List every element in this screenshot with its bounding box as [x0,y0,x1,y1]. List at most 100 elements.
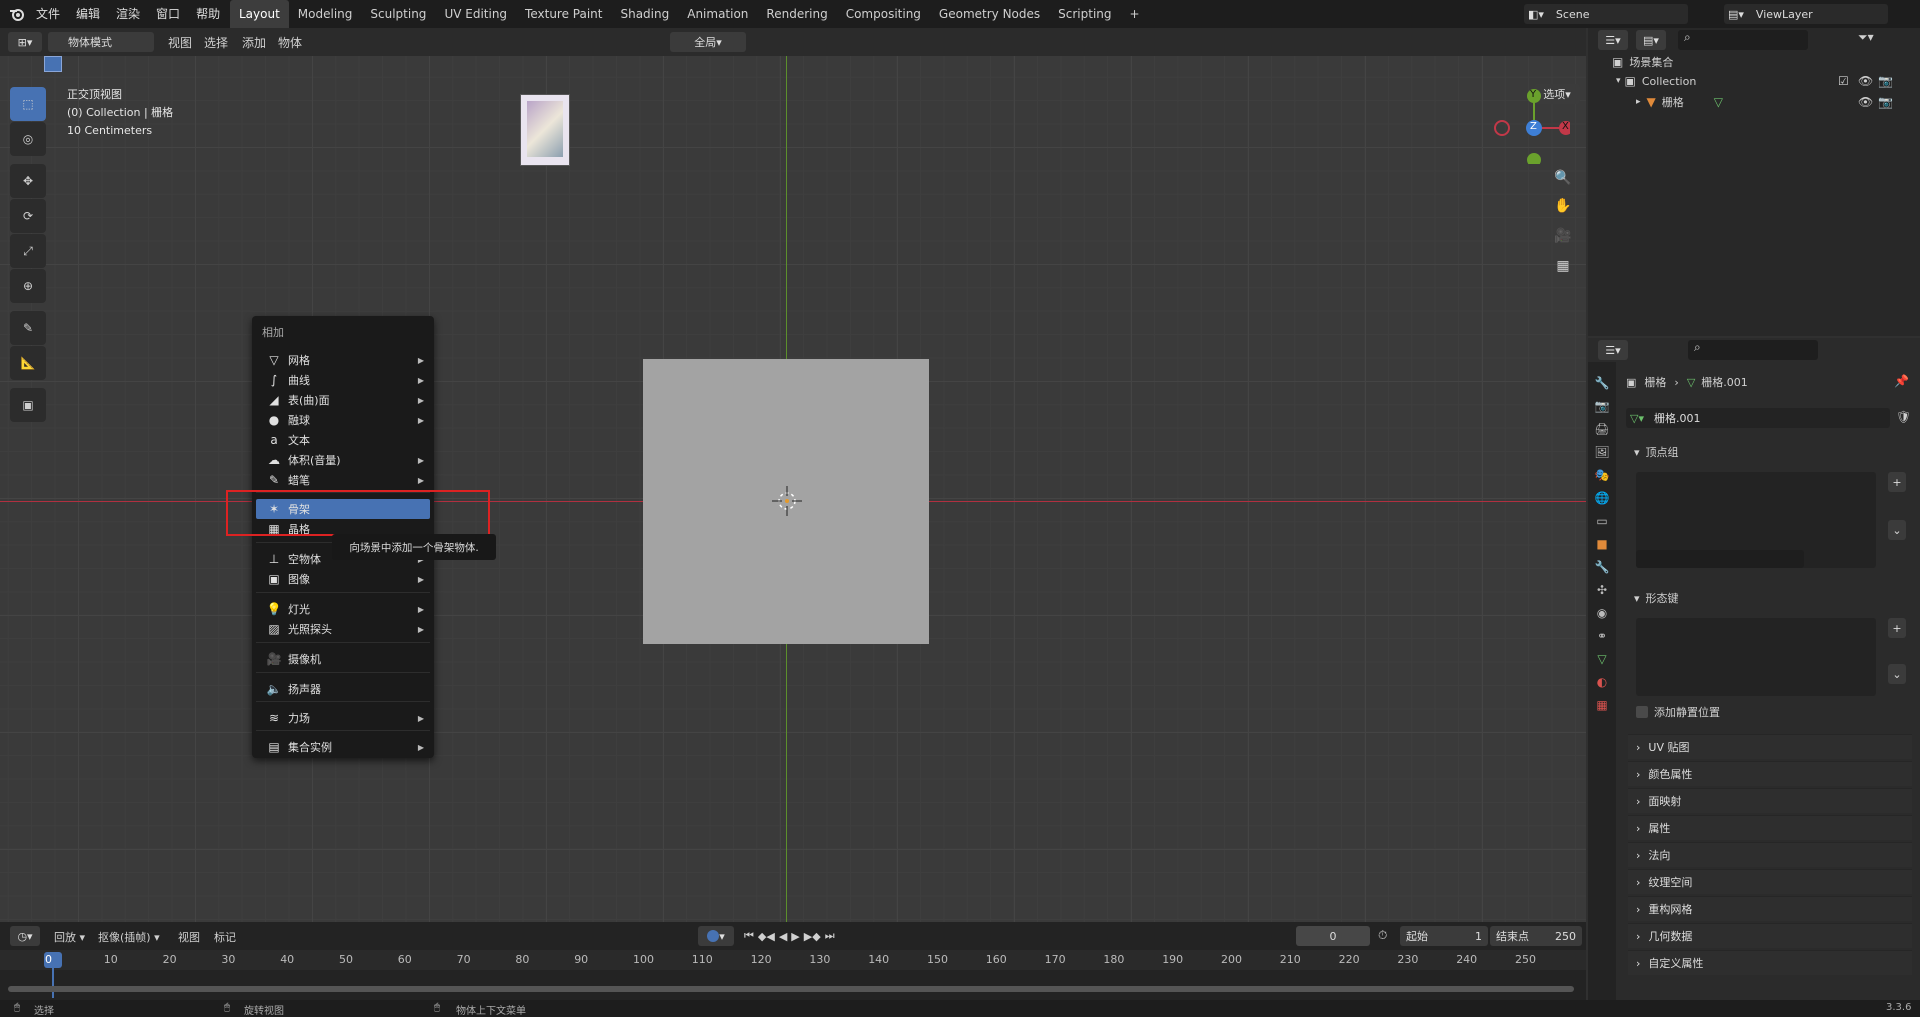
outliner-object-row[interactable]: ▸ ▼ 栅格 ▽ 👁 📷 [1636,94,1912,110]
timeline-editor-type-icon[interactable]: ◷▾ [10,926,40,946]
menu-item-camera[interactable]: 🎥 摄像机 [256,649,430,669]
transform-tool-icon[interactable]: ⊕ [10,269,46,303]
pan-hand-icon[interactable]: ✋ [1550,198,1576,228]
modifier-tab-icon[interactable]: 🔧 [1595,560,1610,574]
transform-orientation[interactable]: 全局 ▾ [670,32,746,52]
menu-select[interactable]: 选择 [204,34,228,51]
properties-editor-type-icon[interactable]: ☰▾ [1598,340,1628,360]
vertex-groups-filter-input[interactable] [1636,550,1804,568]
shape-keys-panel-header[interactable]: ▾ 形态键 [1628,586,1912,610]
measure-tool-icon[interactable]: 📐 [10,346,46,380]
current-frame-field[interactable]: 0 [1296,926,1370,946]
vertex-groups-panel-header[interactable]: ▾ 顶点组 [1628,440,1912,464]
add-vertex-group-icon[interactable]: + [1888,472,1906,492]
panel-header[interactable]: › 重构网格 [1628,896,1912,921]
menu-item-collection-instance[interactable]: ▤ 集合实例 ▶ [256,737,430,757]
data-block-selector[interactable]: ▽▾ 栅格.001 [1626,408,1890,428]
jump-start-icon[interactable]: ⏮ [744,929,754,943]
outliner-editor-type-icon[interactable]: ☰▾ [1598,30,1628,50]
tab-sculpting[interactable]: Sculpting [361,0,435,28]
zoom-icon[interactable]: 🔍 [1550,170,1576,198]
vertex-group-menu-icon[interactable]: ⌄ [1888,520,1906,540]
data-tab-icon[interactable]: ▽ [1597,652,1606,666]
next-keyframe-icon[interactable]: ▶◆ [804,930,821,943]
panel-header[interactable]: › UV 贴图 [1628,734,1912,759]
menu-render[interactable]: 渲染 [108,0,148,28]
menu-item-light[interactable]: 💡 灯光 ▶ [256,599,430,619]
blender-logo-icon[interactable] [8,5,26,23]
start-frame-field[interactable]: 起始 1 [1400,926,1488,946]
tab-modeling[interactable]: Modeling [289,0,362,28]
scene-tab-icon[interactable]: 🎭 [1595,468,1610,482]
output-tab-icon[interactable]: 🖨 [1594,422,1609,436]
navigation-gizmo[interactable]: Y Z X [1494,88,1573,167]
add-rest-position-row[interactable]: 添加静置位置 [1636,704,1720,720]
tab-animation[interactable]: Animation [678,0,757,28]
keying-menu[interactable]: 抠像(插帧) ▾ [98,929,160,945]
menu-item-speaker[interactable]: 🔈 扬声器 [256,679,430,699]
play-reverse-icon[interactable]: ◀ [779,930,787,943]
select-mode-buttons[interactable] [44,56,140,76]
menu-object[interactable]: 物体 [278,34,302,51]
marker-menu[interactable]: 标记 [214,929,236,945]
perspective-grid-icon[interactable]: ▦ [1550,258,1576,288]
physics-tab-icon[interactable]: ◉ [1597,606,1607,620]
menu-window[interactable]: 窗口 [148,0,188,28]
tab-layout[interactable]: Layout [230,0,289,28]
panel-header[interactable]: › 颜色属性 [1628,761,1912,786]
tool-tab-icon[interactable]: 🔧 [1595,376,1610,390]
auto-keying-toggle[interactable]: ▾ [698,926,734,946]
tab-scripting[interactable]: Scripting [1049,0,1120,28]
stopwatch-icon[interactable]: ⏱ [1378,928,1387,943]
camera-view-icon[interactable]: 🎥 [1550,228,1576,258]
world-tab-icon[interactable]: 🌐 [1595,491,1610,505]
menu-item-mesh[interactable]: ▽ 网格 ▶ [256,350,430,370]
shape-key-menu-icon[interactable]: ⌄ [1888,664,1906,684]
expand-arrow-icon[interactable]: ▸ [1636,97,1641,107]
menu-help[interactable]: 帮助 [188,0,228,28]
add-cube-tool-icon[interactable]: ▣ [10,388,46,422]
panel-header[interactable]: › 几何数据 [1628,923,1912,948]
menu-item-curve[interactable]: ∫ 曲线 ▶ [256,370,430,390]
texture-tab-icon[interactable]: ▦ [1596,698,1607,712]
menu-item-image[interactable]: ▣ 图像 ▶ [256,569,430,589]
visibility-eye-icon[interactable]: 👁 [1858,95,1873,109]
cursor-tool-icon[interactable]: ◎ [10,122,46,156]
mode-selector[interactable]: 物体模式 [48,32,154,52]
menu-item-volume[interactable]: ☁ 体积(音量) ▶ [256,450,430,470]
tab-geometry-nodes[interactable]: Geometry Nodes [930,0,1049,28]
panel-header[interactable]: › 法向 [1628,842,1912,867]
jump-end-icon[interactable]: ⏭ [825,929,835,943]
menu-item-force-field[interactable]: ≋ 力场 ▶ [256,708,430,728]
tab-rendering[interactable]: Rendering [757,0,836,28]
tab-texture-paint[interactable]: Texture Paint [516,0,611,28]
add-rest-position-checkbox[interactable] [1636,706,1648,718]
shape-keys-list[interactable] [1636,618,1876,696]
constraints-tab-icon[interactable]: ⚭ [1597,629,1607,643]
fake-user-shield-icon[interactable]: 🛡 [1896,410,1911,424]
move-tool-icon[interactable]: ✥ [10,164,46,198]
filter-icon[interactable]: ⏷▾ [1858,30,1874,45]
panel-header[interactable]: › 属性 [1628,815,1912,840]
display-mode-icon[interactable]: ▤▾ [1636,30,1666,50]
exclude-checkbox[interactable]: ☑ [1838,74,1849,88]
tab-compositing[interactable]: Compositing [837,0,930,28]
menu-view[interactable]: 视图 [168,34,192,51]
menu-edit[interactable]: 编辑 [68,0,108,28]
tab-shading[interactable]: Shading [611,0,678,28]
outliner-root[interactable]: ▣ 场景集合 [1612,54,1673,70]
annotate-tool-icon[interactable]: ✎ [10,311,46,345]
menu-item-metaball[interactable]: ● 融球 ▶ [256,410,430,430]
visibility-eye-icon[interactable]: 👁 [1858,74,1873,88]
pin-icon[interactable]: 📌 [1894,374,1909,388]
reference-image[interactable] [520,94,570,166]
scale-tool-icon[interactable]: ⤢ [10,234,46,268]
playback-menu[interactable]: 回放 ▾ [54,929,85,945]
outliner-search-input[interactable]: ⌕ [1678,30,1808,50]
panel-header[interactable]: › 纹理空间 [1628,869,1912,894]
tab-uv-editing[interactable]: UV Editing [435,0,516,28]
menu-item-surface[interactable]: ◢ 表(曲)面 ▶ [256,390,430,410]
panel-header[interactable]: › 自定义属性 [1628,950,1912,975]
prev-keyframe-icon[interactable]: ◆◀ [758,930,775,943]
add-shape-key-icon[interactable]: + [1888,618,1906,638]
